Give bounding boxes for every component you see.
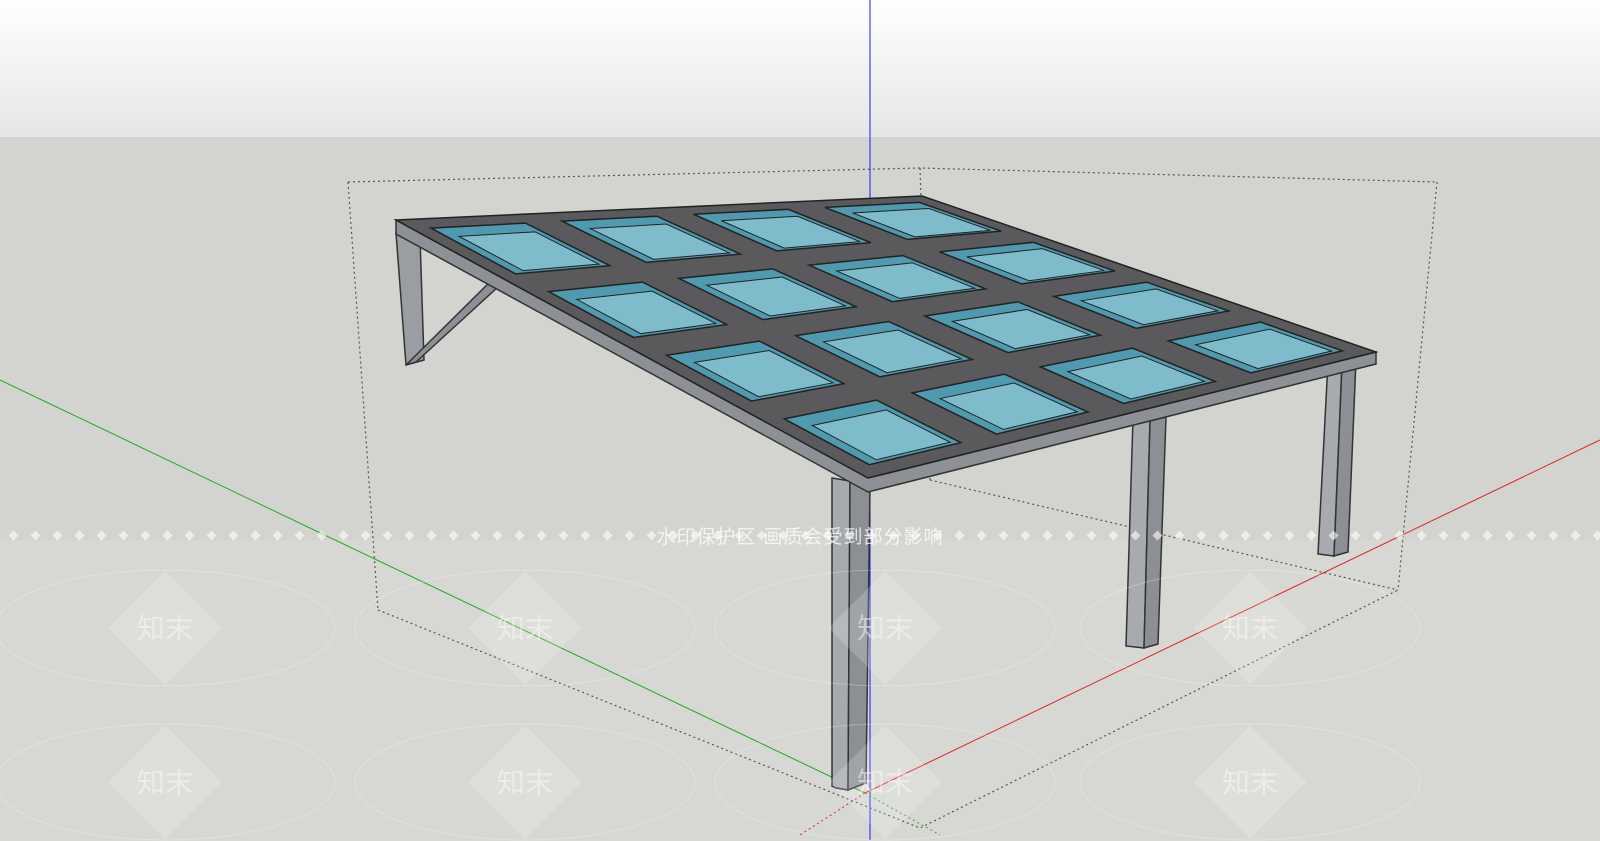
watermark-mark-text: 知末 [137, 612, 193, 645]
watermark-band [0, 540, 1600, 841]
watermark-mark-text: 知末 [497, 766, 553, 799]
sky [0, 0, 1600, 137]
watermark-mark-text: 知末 [1222, 766, 1278, 799]
watermark-mark-text: 知末 [137, 766, 193, 799]
watermark-mark-text: 知末 [857, 612, 913, 645]
watermark-mark-text: 知末 [857, 766, 913, 799]
sketchup-viewport[interactable]: 知末 知末 知末 知末 知末 知末 知末 知末 水印保护区 画质会受到部分影响 [0, 0, 1600, 841]
scene-canvas[interactable]: 知末 知末 知末 知末知末 知末 知末 知末 [0, 0, 1600, 841]
watermark-mark-text: 知末 [497, 612, 553, 645]
watermark-mark-text: 知末 [1222, 612, 1278, 645]
